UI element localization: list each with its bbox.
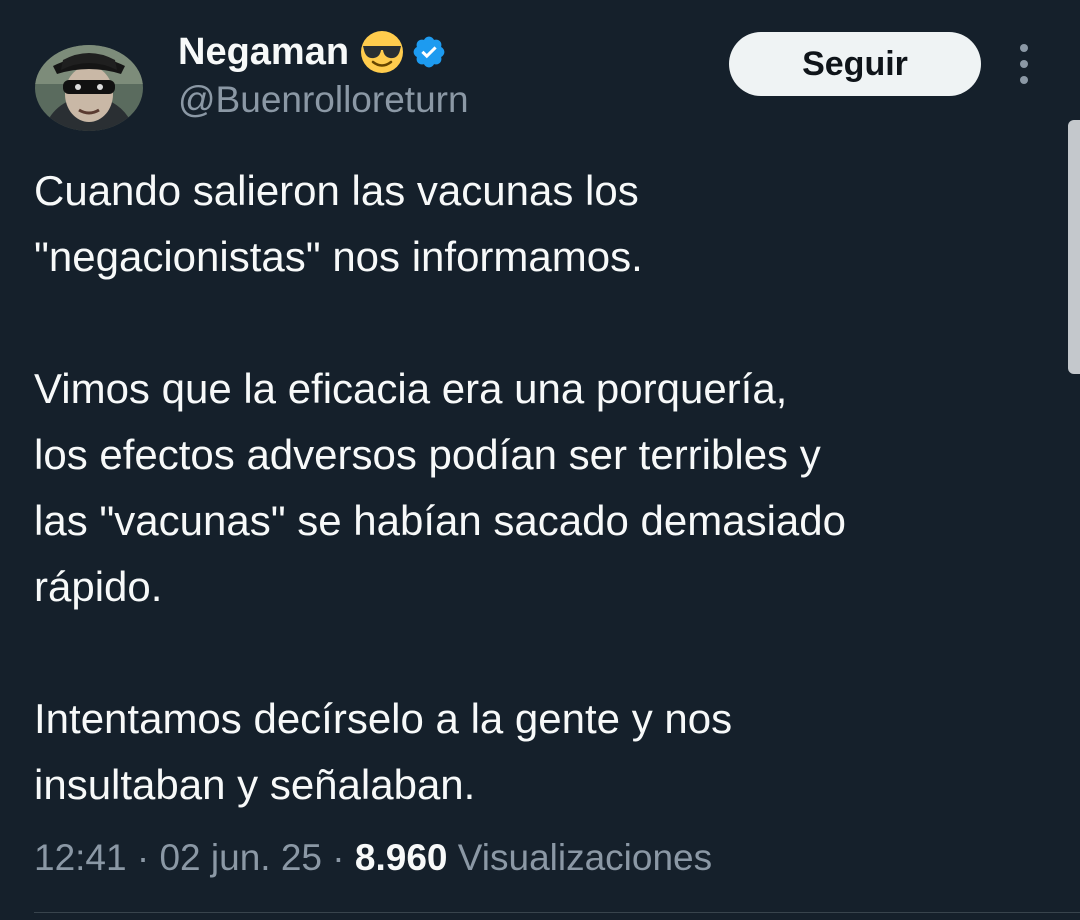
- tweet-line: Vimos que la eficacia era una porquería,: [34, 365, 788, 412]
- author-name-row[interactable]: Negaman: [178, 28, 447, 76]
- tweet-date[interactable]: 02 jun. 25: [159, 837, 322, 878]
- meta-separator: ·: [322, 837, 355, 878]
- follow-button[interactable]: Seguir: [729, 32, 981, 96]
- tweet-time[interactable]: 12:41: [34, 837, 127, 878]
- scrollbar[interactable]: [1068, 120, 1080, 374]
- views-count: 8.960: [354, 837, 448, 878]
- tweet-line: las "vacunas" se habían sacado demasiado: [34, 497, 847, 544]
- author-handle[interactable]: @Buenrolloreturn: [178, 78, 469, 122]
- views-label: Visualizaciones: [457, 837, 713, 878]
- tweet-line: Cuando salieron las vacunas los: [34, 167, 639, 214]
- tweet-line: rápido.: [34, 563, 163, 610]
- avatar[interactable]: [33, 44, 145, 132]
- tweet-text: Cuando salieron las vacunas los "negacio…: [34, 158, 1044, 818]
- more-options-icon[interactable]: [1010, 44, 1038, 84]
- divider: [34, 912, 1080, 913]
- verified-badge-icon: [413, 36, 445, 68]
- tweet-line: insultaban y señalaban.: [34, 761, 476, 808]
- meta-separator: ·: [126, 837, 160, 878]
- tweet-line: los efectos adversos podían ser terrible…: [34, 431, 821, 478]
- tweet-line: "negacionistas" nos informamos.: [34, 233, 643, 280]
- author-display-name[interactable]: Negaman: [178, 28, 349, 76]
- tweet-line: Intentamos decírselo a la gente y nos: [34, 695, 733, 742]
- tweet-meta: 12:41 · 02 jun. 25 · 8.960 Visualizacion…: [34, 832, 712, 884]
- sunglasses-emoji-icon: [361, 31, 404, 73]
